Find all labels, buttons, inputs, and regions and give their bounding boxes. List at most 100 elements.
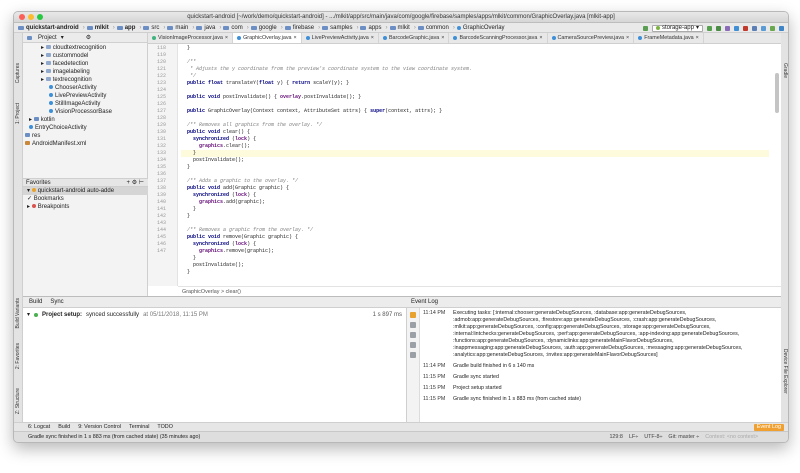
sync-tab[interactable]: Sync — [50, 299, 63, 305]
line-number: 145 — [156, 234, 166, 240]
breadcrumb[interactable]: app — [116, 25, 135, 31]
git-branch[interactable]: Git: master ÷ — [668, 434, 699, 440]
editor-tab-active[interactable]: GraphicOverlay.java × — [233, 33, 302, 43]
run-icon[interactable] — [707, 25, 712, 31]
gear-icon[interactable]: ⚙ — [86, 34, 91, 41]
favorites-item[interactable]: ▾ quickstart-android auto-adde — [23, 187, 148, 195]
code-line: postInvalidate(); — [181, 157, 245, 163]
line-number: 144 — [156, 227, 166, 233]
breadcrumb[interactable]: samples — [322, 25, 352, 31]
title-bar: quickstart-android [~/work/demo/quicksta… — [14, 12, 788, 23]
tree-item[interactable]: ▸ kotlin — [23, 116, 147, 124]
tree-item[interactable]: ▸ imagelabeling — [23, 68, 147, 76]
breadcrumb[interactable]: google — [250, 25, 277, 31]
stop-icon[interactable] — [743, 25, 748, 31]
file-encoding[interactable]: UTF-8÷ — [644, 434, 662, 440]
class-icon — [49, 93, 53, 97]
tree-item[interactable]: ▸ cloudtextrecognition — [23, 44, 147, 52]
favorites-tool-tab[interactable]: 2: Favorites — [15, 343, 21, 369]
wrap-icon[interactable] — [410, 342, 416, 348]
editor-tab[interactable]: BarcodeGraphic.java × — [379, 33, 450, 43]
device-file-explorer-tool-tab[interactable]: Device File Explorer — [782, 349, 788, 394]
tree-item[interactable]: ChooserActivity — [23, 84, 147, 92]
breadcrumb[interactable]: quickstart-android — [18, 25, 79, 31]
breadcrumb[interactable]: com — [223, 25, 243, 31]
line-separator[interactable]: LF÷ — [629, 434, 638, 440]
breadcrumb[interactable]: mlkit — [86, 25, 109, 31]
folder-icon — [250, 25, 257, 30]
editor-tab[interactable]: CameraSourcePreview.java × — [548, 33, 635, 43]
interface-icon — [152, 36, 156, 40]
avd-manager-icon[interactable] — [761, 25, 766, 31]
breadcrumb[interactable]: common — [417, 25, 449, 31]
code-line: public void postInvalidate() { overlay.p… — [187, 94, 362, 100]
tab-logcat[interactable]: 6: Logcat — [28, 424, 50, 430]
search-icon[interactable] — [779, 25, 784, 31]
wrench-icon[interactable] — [410, 312, 416, 318]
tree-item[interactable]: LivePreviewActivity — [23, 92, 147, 100]
favorites-item[interactable]: ▸ Breakpoints — [23, 203, 148, 211]
code-breadcrumb[interactable]: GraphicOverlay > clear() — [178, 286, 781, 296]
sdk-manager-icon[interactable] — [770, 25, 775, 31]
debug-icon[interactable] — [716, 25, 721, 31]
chevron-down-icon[interactable]: ▾ — [61, 34, 64, 41]
caret-position[interactable]: 129:8 — [609, 434, 623, 440]
gradle-tool-tab[interactable]: Gradle — [782, 63, 788, 78]
code-line: postInvalidate(); — [181, 262, 245, 268]
delete-icon[interactable] — [410, 352, 416, 358]
sync-icon[interactable] — [752, 25, 757, 31]
favorites-actions[interactable]: + ⚙ ⊢ — [127, 179, 144, 186]
tree-item[interactable]: VisionProcessorBase — [23, 108, 147, 116]
breadcrumb[interactable]: java — [196, 25, 215, 31]
profile-icon[interactable] — [725, 25, 730, 31]
breadcrumb[interactable]: src — [143, 25, 159, 31]
breadcrumb[interactable]: GraphicOverlay — [456, 25, 505, 31]
event-log-toolbar — [407, 308, 420, 432]
captures-tool-tab[interactable]: Captures — [15, 63, 21, 83]
tree-item[interactable]: StillImageActivity — [23, 100, 147, 108]
code-line: graphics.remove(graphic); — [199, 248, 275, 254]
favorites-item[interactable]: ✓ Bookmarks — [23, 195, 148, 203]
tree-item[interactable]: AndroidManifest.xml — [23, 140, 147, 148]
tree-item[interactable]: res — [23, 132, 147, 140]
breadcrumb[interactable]: mlkit — [389, 25, 410, 31]
breadcrumb[interactable]: firebase — [284, 25, 314, 31]
build-result-row[interactable]: ▾ Project setup: synced successfully at 0… — [23, 308, 406, 321]
scroll-to-end-icon[interactable] — [410, 322, 416, 328]
project-panel-title[interactable]: Project — [38, 35, 57, 41]
attach-debugger-icon[interactable] — [734, 25, 739, 31]
current-code-line: } — [181, 150, 769, 157]
event-log-button[interactable]: Event Log — [753, 424, 784, 431]
event-log-body: 11:14 PM Executing tasks: [:internal:choo… — [423, 310, 771, 407]
tree-item[interactable]: ▸ textrecognition — [23, 76, 147, 84]
editor-tab[interactable]: FrameMetadata.java × — [634, 33, 704, 43]
editor-scrollbar[interactable] — [775, 73, 779, 113]
editor-tab[interactable]: BarcodeScanningProcessor.java × — [449, 33, 548, 43]
tab-build[interactable]: Build — [58, 424, 70, 430]
tab-version-control[interactable]: 9: Version Control — [78, 424, 121, 430]
tree-item[interactable]: ▸ facedetection — [23, 60, 147, 68]
tree-item[interactable]: EntryChoiceActivity — [23, 124, 147, 132]
breadcrumb[interactable]: apps — [360, 25, 382, 31]
build-variants-tool-tab[interactable]: Build Variants — [15, 298, 21, 328]
hammer-icon[interactable] — [642, 25, 648, 31]
folder-icon — [196, 25, 203, 30]
code-area[interactable]: } /** * Adjusts the y coordinate from th… — [181, 44, 769, 286]
tab-todo[interactable]: TODO — [157, 424, 172, 430]
copy-icon[interactable] — [410, 332, 416, 338]
project-tool-tab[interactable]: 1: Project — [15, 103, 21, 124]
line-number: 140 — [156, 199, 166, 205]
run-configuration-select[interactable]: storage-app ▾ — [651, 24, 703, 32]
code-line: } — [181, 269, 191, 275]
line-number: 125 — [156, 94, 166, 100]
structure-tool-tab[interactable]: Z: Structure — [15, 388, 21, 414]
line-number: 137 — [156, 178, 166, 184]
tab-terminal[interactable]: Terminal — [129, 424, 149, 430]
breadcrumb[interactable]: main — [167, 25, 188, 31]
editor-tab[interactable]: LivePreviewActivity.java × — [302, 33, 379, 43]
tree-item[interactable]: ▸ custommodel — [23, 52, 147, 60]
bottom-panel: Build Sync ▾ Project setup: synced succes… — [23, 296, 781, 432]
star-icon — [31, 188, 36, 192]
editor-tab[interactable]: VisionImageProcessor.java × — [148, 33, 234, 43]
tool-window-bar: 6: Logcat Build 9: Version Control Termi… — [14, 422, 788, 431]
